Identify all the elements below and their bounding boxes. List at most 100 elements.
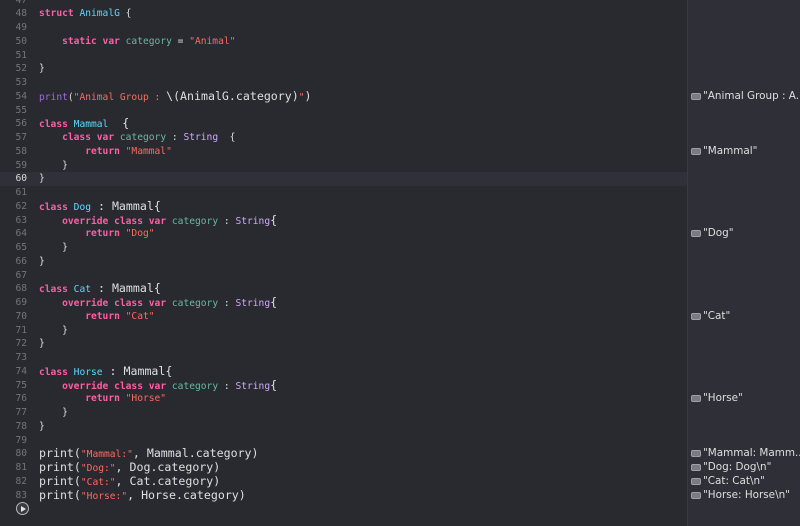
code-line[interactable]: 61 xyxy=(0,186,687,200)
code-token: "Dog:" xyxy=(80,463,116,474)
code-line[interactable]: 82 print("Cat:", Cat.category) xyxy=(0,474,687,489)
line-number: 75 xyxy=(15,379,27,391)
code-token: ) xyxy=(304,88,312,103)
quick-look-icon[interactable] xyxy=(691,92,701,100)
code-token: class xyxy=(62,132,91,143)
code-line[interactable]: 53 xyxy=(0,76,687,90)
result-value[interactable]: "Mammal: Mamm... xyxy=(691,447,800,461)
result-value[interactable]: "Horse" xyxy=(691,392,800,406)
code-line[interactable]: 66} xyxy=(0,255,687,269)
result-value[interactable]: "Cat: Cat\n" xyxy=(691,475,800,489)
code-token: class xyxy=(39,284,68,296)
code-line[interactable]: 77 } xyxy=(0,406,687,420)
code-line[interactable]: 76 return "Horse" xyxy=(0,392,687,406)
code-line[interactable]: 69 override class var category : String{ xyxy=(0,295,687,310)
code-token: static xyxy=(62,35,97,47)
code-token: { xyxy=(108,116,130,131)
line-number: 52 xyxy=(15,63,27,75)
code-line[interactable]: 83 print("Horse:", Horse.category) xyxy=(0,488,687,503)
code-token: : xyxy=(218,380,236,392)
code-line[interactable]: 75 override class var category : String{ xyxy=(0,378,687,393)
quick-look-icon[interactable] xyxy=(691,464,701,471)
code-line[interactable]: 59 } xyxy=(0,159,687,173)
code-line[interactable]: 57 class var category : String { xyxy=(0,131,687,145)
code-token: class xyxy=(114,380,143,392)
result-value[interactable]: "Dog" xyxy=(691,227,800,241)
code-line[interactable]: 52} xyxy=(0,62,687,76)
code-token: "Cat:" xyxy=(80,476,116,488)
code-token: print xyxy=(39,91,68,103)
quick-look-icon[interactable] xyxy=(691,312,701,320)
code-line[interactable]: 55 xyxy=(0,104,687,118)
code-token: } xyxy=(39,242,68,253)
code-token: } xyxy=(39,159,68,171)
result-value[interactable]: "Animal Group : A... xyxy=(691,90,800,104)
code-line[interactable]: 72} xyxy=(0,337,687,351)
code-line[interactable]: 74 class Horse : Mammal{ xyxy=(0,364,687,379)
code-token: : Mammal{ xyxy=(91,198,161,213)
quick-look-icon[interactable] xyxy=(691,230,701,238)
code-line[interactable]: 54 print("Animal Group : \(AnimalG.catego… xyxy=(0,88,687,104)
code-line[interactable]: 62 class Dog : Mammal{ xyxy=(0,198,687,214)
code-line[interactable]: 47 xyxy=(0,0,687,7)
code-line[interactable]: 68 class Cat : Mammal{ xyxy=(0,281,687,296)
code-editor[interactable]: 47 48 struct AnimalG {49 50 static var cate… xyxy=(0,0,687,526)
code-token: print( xyxy=(39,446,81,461)
code-text: } xyxy=(39,420,45,434)
code-line[interactable]: 51 xyxy=(0,49,687,63)
code-line[interactable]: 73 xyxy=(0,351,687,365)
line-number: 62 xyxy=(15,200,27,212)
code-token: { xyxy=(218,132,236,143)
code-line[interactable]: 81 print("Dog:", Dog.category) xyxy=(0,460,687,475)
code-text: return "Mammal" xyxy=(39,145,172,159)
code-line[interactable]: 49 xyxy=(0,21,687,35)
line-number: 61 xyxy=(15,187,27,198)
quick-look-icon[interactable] xyxy=(691,450,701,458)
code-line[interactable]: 65 } xyxy=(0,241,687,255)
result-text: "Horse: Horse\n" xyxy=(703,488,790,501)
code-line[interactable]: 60} xyxy=(0,172,687,186)
code-line[interactable]: 80 print("Mammal:", Mammal.category) xyxy=(0,446,687,461)
line-number: 67 xyxy=(15,269,27,281)
code-line[interactable]: 56 class Mammal { xyxy=(0,116,687,131)
code-text: } xyxy=(39,337,45,351)
line-number: 48 xyxy=(15,8,27,20)
result-text: "Animal Group : A... xyxy=(703,89,800,102)
quick-look-icon[interactable] xyxy=(691,395,701,403)
code-token: var xyxy=(148,298,167,309)
code-line[interactable]: 67 xyxy=(0,269,687,283)
line-number: 60 xyxy=(15,173,27,185)
result-value[interactable]: "Horse: Horse\n" xyxy=(691,489,800,503)
code-token: } xyxy=(39,63,45,75)
code-token: Mammal xyxy=(73,119,109,131)
run-button[interactable] xyxy=(16,502,29,515)
quick-look-icon[interactable] xyxy=(691,147,701,155)
code-token: : xyxy=(218,298,236,309)
code-line[interactable]: 63 override class var category : String{ xyxy=(0,212,687,228)
result-value[interactable]: "Cat" xyxy=(691,310,800,324)
code-token: var xyxy=(102,35,120,47)
code-line[interactable]: 50 static var category = "Animal" xyxy=(0,35,687,49)
line-number: 73 xyxy=(15,352,27,363)
result-value[interactable]: "Dog: Dog\n" xyxy=(691,461,800,475)
code-line[interactable]: 79 xyxy=(0,434,687,448)
code-token: , Dog.category) xyxy=(115,460,221,474)
code-token: String xyxy=(235,215,271,227)
code-line[interactable]: 48 struct AnimalG { xyxy=(0,7,687,21)
code-token: { xyxy=(270,212,278,227)
code-line[interactable]: 64 return "Dog" xyxy=(0,227,687,241)
code-token: \(AnimalG.category) xyxy=(166,88,299,103)
code-line[interactable]: 58 return "Mammal" xyxy=(0,145,687,159)
code-line[interactable]: 71 } xyxy=(0,324,687,338)
result-value[interactable]: "Mammal" xyxy=(691,145,800,159)
quick-look-icon[interactable] xyxy=(691,477,701,485)
code-line[interactable]: 70 return "Cat" xyxy=(0,310,687,324)
result-text: "Mammal: Mamm... xyxy=(703,447,800,460)
quick-look-icon[interactable] xyxy=(691,491,701,499)
code-line[interactable]: 78} xyxy=(0,420,687,434)
code-token: var xyxy=(148,380,167,392)
code-token: return xyxy=(85,393,120,405)
code-token: var xyxy=(148,215,167,227)
